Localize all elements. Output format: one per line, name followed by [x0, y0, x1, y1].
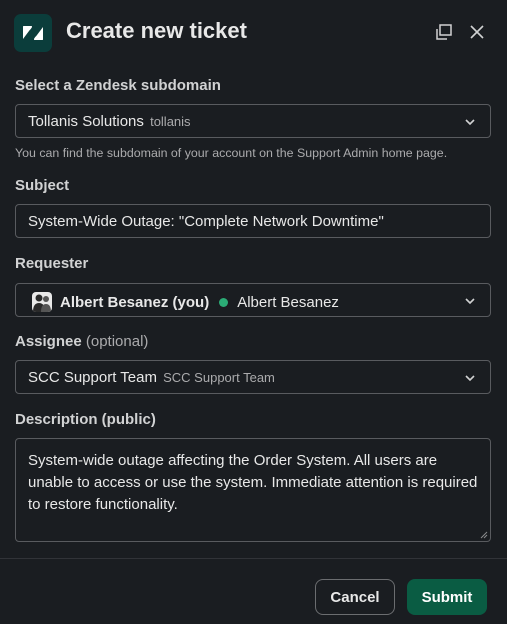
- subdomain-value-sub: tollanis: [150, 114, 191, 129]
- chevron-down-icon: [465, 119, 475, 126]
- subdomain-label: Select a Zendesk subdomain: [15, 77, 221, 94]
- requester-label: Requester: [15, 255, 89, 272]
- chevron-down-icon: [465, 375, 475, 382]
- assignee-value: SCC Support Team: [28, 369, 157, 386]
- online-status-icon: [219, 297, 229, 307]
- modal-title: Create new ticket: [66, 18, 247, 43]
- assignee-value-sub: SCC Support Team: [163, 370, 275, 385]
- close-icon: [470, 25, 484, 39]
- assignee-label-text: Assignee: [15, 333, 82, 350]
- subdomain-hint: You can find the subdomain of your accou…: [15, 146, 448, 160]
- popout-button[interactable]: [432, 20, 456, 44]
- submit-button[interactable]: Submit: [407, 579, 487, 615]
- requester-display-name: Albert Besanez: [237, 293, 339, 311]
- subject-label: Subject: [15, 177, 70, 194]
- assignee-optional: (optional): [85, 333, 149, 350]
- subject-input[interactable]: System-Wide Outage: "Complete Network Do…: [15, 204, 491, 238]
- subject-value: System-Wide Outage: "Complete Network Do…: [28, 213, 384, 230]
- footer-divider: [0, 558, 507, 559]
- chevron-down-icon: [465, 298, 475, 305]
- requester-select[interactable]: Albert Besanez (you) Albert Besanez: [15, 283, 491, 317]
- description-label: Description (public): [15, 411, 156, 428]
- popout-icon: [436, 24, 452, 40]
- assignee-label: Assignee (optional): [15, 333, 148, 350]
- assignee-select[interactable]: SCC Support Team SCC Support Team: [15, 360, 491, 394]
- subdomain-select[interactable]: Tollanis Solutions tollanis: [15, 104, 491, 138]
- subdomain-value: Tollanis Solutions: [28, 113, 144, 130]
- requester-name: Albert Besanez (you): [60, 293, 210, 311]
- avatar: [32, 292, 52, 312]
- description-textarea[interactable]: System-wide outage affecting the Order S…: [15, 438, 491, 542]
- close-button[interactable]: [465, 20, 489, 44]
- description-value: System-wide outage affecting the Order S…: [28, 452, 478, 513]
- modal-header: Create new ticket: [0, 0, 507, 66]
- cancel-button[interactable]: Cancel: [315, 579, 395, 615]
- resize-handle-icon[interactable]: [480, 531, 488, 539]
- zendesk-logo-icon: [14, 14, 52, 52]
